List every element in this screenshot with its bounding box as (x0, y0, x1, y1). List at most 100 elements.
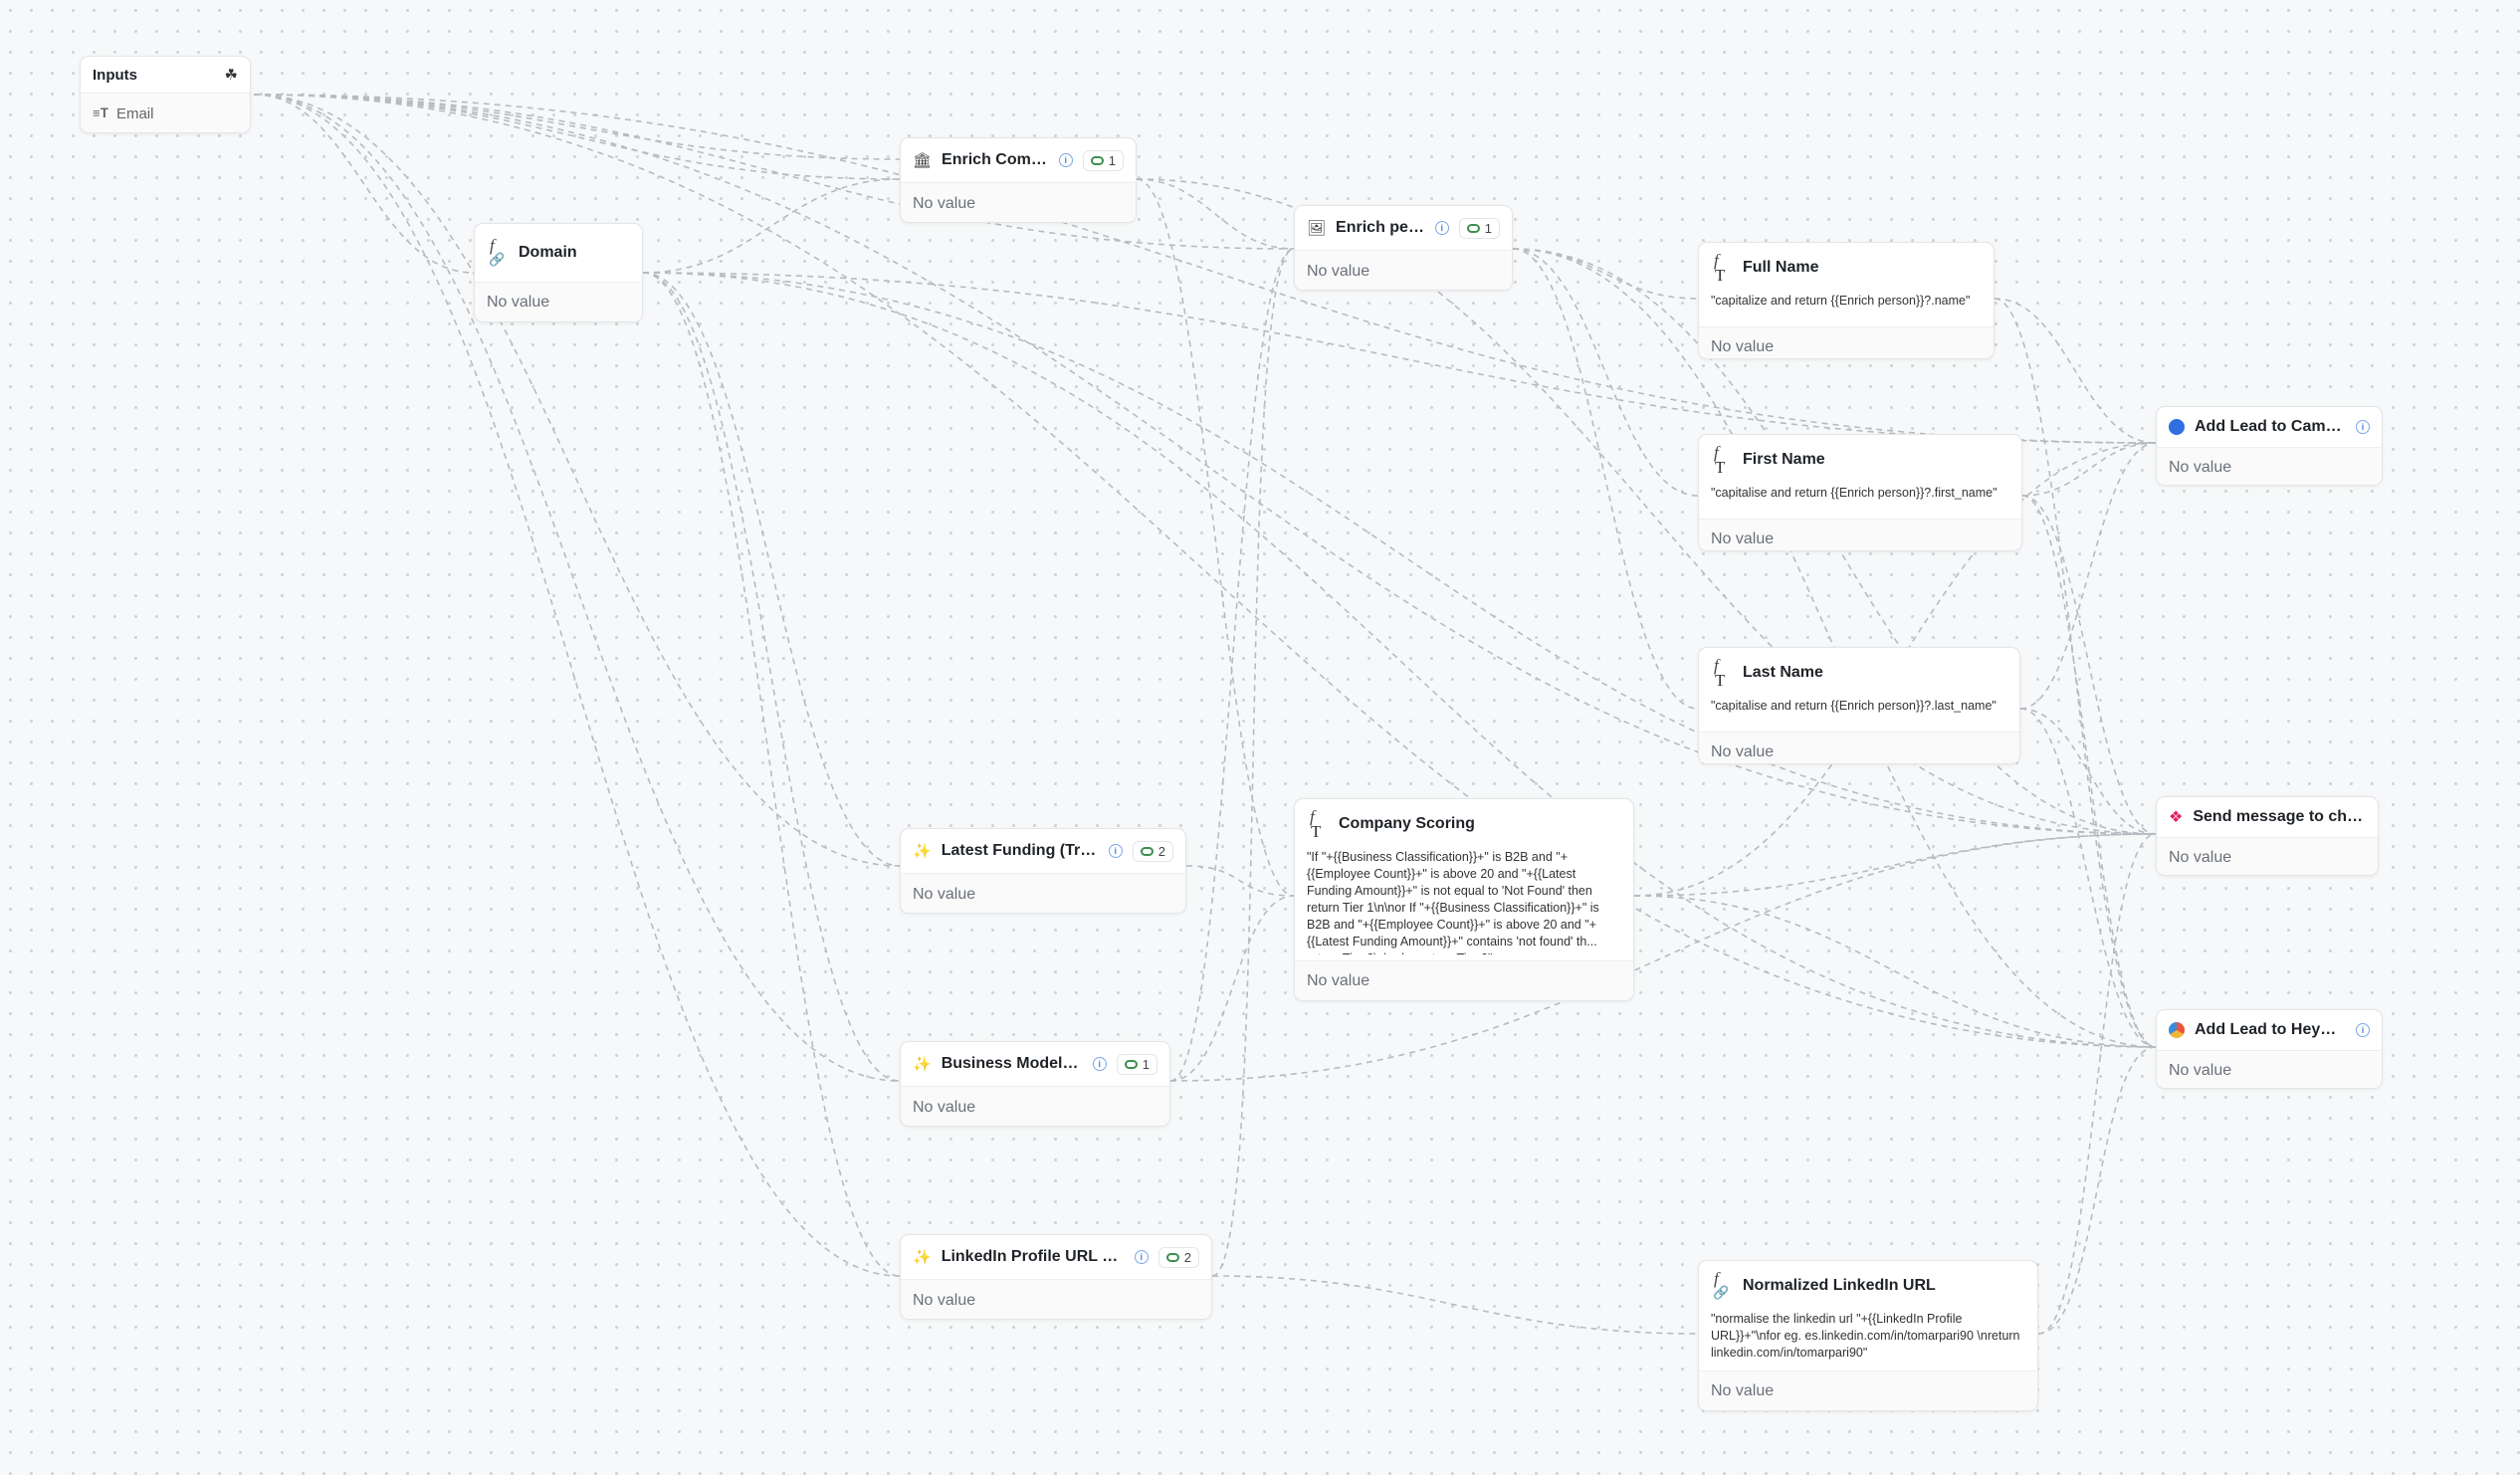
node-add-lead-campaign[interactable]: Add Lead to Campaign i No value (2156, 406, 2383, 486)
credit-count: 2 (1183, 1249, 1191, 1265)
coin-icon (1466, 223, 1480, 233)
node-value: No value (1699, 732, 2019, 763)
credit-badge: 1 (1116, 1053, 1157, 1075)
node-send-message[interactable]: ❖ Send message to channel No value (2156, 796, 2379, 876)
node-value: No value (1699, 1370, 2037, 1410)
info-icon[interactable]: i (2356, 420, 2370, 434)
formula-link-icon: f 🔗 (489, 236, 506, 267)
edge-connector (1136, 178, 1295, 250)
node-value: No value (1699, 519, 2021, 550)
credit-count: 1 (1108, 152, 1116, 168)
node-title: Company Scoring (1339, 815, 1475, 832)
node-value: No value (1699, 326, 1994, 358)
node-value: No value (2157, 1050, 2382, 1088)
node-add-lead-heyreach[interactable]: Add Lead to HeyReach i No value (2156, 1009, 2383, 1089)
text-field-icon: ≡𝐓 (93, 105, 108, 120)
credit-badge: 1 (1458, 217, 1500, 239)
info-icon[interactable]: i (1092, 1057, 1107, 1071)
coin-icon (1124, 1059, 1138, 1069)
edge-connector (642, 272, 901, 1277)
ai-sparkle-icon: ✨ (913, 843, 932, 860)
node-enrich-person[interactable]: 🖼 Enrich person i 1 No value (1294, 205, 1513, 291)
node-normalized-linkedin[interactable]: f 🔗 Normalized LinkedIn URL "normalise th… (1698, 1260, 2038, 1411)
person-card-icon: 🖼 (1307, 220, 1327, 237)
info-icon[interactable]: i (1434, 221, 1449, 235)
credit-badge: 2 (1157, 1246, 1199, 1268)
node-formula: "If "+{{Business Classification}}+" is B… (1307, 850, 1599, 954)
credit-badge: 1 (1082, 149, 1124, 171)
node-last-name[interactable]: fT Last Name "capitalise and return {{En… (1698, 647, 2020, 764)
node-formula: "capitalise and return {{Enrich person}}… (1711, 699, 1996, 713)
node-title: Full Name (1743, 259, 1819, 276)
edge-connector (2019, 708, 2157, 835)
node-value: No value (2157, 837, 2378, 875)
ai-sparkle-icon: ✨ (913, 1249, 932, 1266)
node-title: Send message to channel (2193, 808, 2366, 825)
edge-connector (642, 178, 901, 274)
credit-count: 2 (1157, 843, 1165, 859)
node-latest-funding[interactable]: ✨ Latest Funding (Tracxn i 2 No value (900, 828, 1186, 914)
connection-edges (253, 94, 2157, 1335)
node-title: Latest Funding (Tracxn (941, 842, 1099, 859)
edge-connector (1169, 248, 1295, 1082)
edge-connector (2019, 442, 2157, 710)
edge-connector (2037, 833, 2157, 1335)
node-linkedin-finder[interactable]: ✨ LinkedIn Profile URL Finder i 2 No val… (900, 1234, 1212, 1320)
node-formula: "capitalize and return {{Enrich person}}… (1711, 294, 1971, 308)
node-inputs[interactable]: Inputs ☘ ≡𝐓 Email (80, 56, 251, 133)
edge-connector (1185, 865, 1295, 897)
node-domain[interactable]: f 🔗 Domain No value (474, 223, 643, 322)
edge-connector (642, 272, 901, 1082)
credit-count: 1 (1484, 220, 1492, 236)
edge-connector (1512, 248, 1699, 300)
edge-connector (253, 94, 475, 274)
node-value: No value (2157, 447, 2382, 485)
node-title: Normalized LinkedIn URL (1743, 1277, 1936, 1294)
edge-connector (253, 94, 901, 180)
formula-link-icon: f 🔗 (1713, 1269, 1730, 1300)
node-formula: "capitalise and return {{Enrich person}}… (1711, 486, 1997, 500)
coin-icon (1165, 1252, 1179, 1262)
credit-badge: 2 (1132, 840, 1173, 862)
formula-text-icon: fT (1714, 443, 1726, 477)
info-icon[interactable]: i (1058, 153, 1073, 167)
node-full-name[interactable]: fT Full Name "capitalize and return {{En… (1698, 242, 1995, 359)
node-formula: "normalise the linkedin url "+{{LinkedIn… (1711, 1312, 2020, 1360)
node-value: No value (1295, 250, 1512, 290)
edge-connector (253, 94, 1295, 250)
edge-connector (2019, 708, 2157, 1048)
edge-connector (253, 94, 901, 867)
coin-icon (1140, 846, 1154, 856)
node-title: LinkedIn Profile URL Finder (941, 1248, 1125, 1265)
webhook-icon[interactable]: ☘ (225, 66, 238, 84)
coin-icon (1090, 155, 1104, 165)
node-title: Business Model Type (941, 1055, 1083, 1072)
heyreach-logo-icon (2169, 1022, 2185, 1038)
edge-connector (1211, 1275, 1699, 1335)
edge-connector (2021, 442, 2157, 497)
slack-icon: ❖ (2169, 809, 2184, 826)
node-title: Last Name (1743, 664, 1823, 681)
node-title: Add Lead to HeyReach (2195, 1021, 2346, 1038)
node-business-model-type[interactable]: ✨ Business Model Type i 1 No value (900, 1041, 1170, 1127)
node-value: No value (475, 282, 642, 321)
node-value: No value (901, 873, 1185, 913)
info-icon[interactable]: i (1108, 844, 1123, 858)
edge-connector (2021, 495, 2157, 1048)
node-value: No value (901, 182, 1136, 222)
node-title: Inputs (93, 66, 137, 84)
info-icon[interactable]: i (2356, 1023, 2370, 1037)
node-company-scoring[interactable]: fT Company Scoring "If "+{{Business Clas… (1294, 798, 1634, 1001)
edge-connector (2021, 495, 2157, 835)
edge-connector (253, 94, 901, 160)
node-title: First Name (1743, 451, 1825, 468)
node-value: No value (901, 1086, 1169, 1126)
edge-connector (1512, 248, 1699, 710)
edge-connector (1512, 248, 1699, 497)
info-icon[interactable]: i (1134, 1250, 1149, 1264)
ai-sparkle-icon: ✨ (913, 1056, 932, 1073)
formula-text-icon: fT (1714, 656, 1726, 690)
node-enrich-company[interactable]: 🏛 Enrich Company i 1 No value (900, 137, 1137, 223)
node-first-name[interactable]: fT First Name "capitalise and return {{E… (1698, 434, 2022, 551)
edge-connector (1994, 298, 2157, 444)
